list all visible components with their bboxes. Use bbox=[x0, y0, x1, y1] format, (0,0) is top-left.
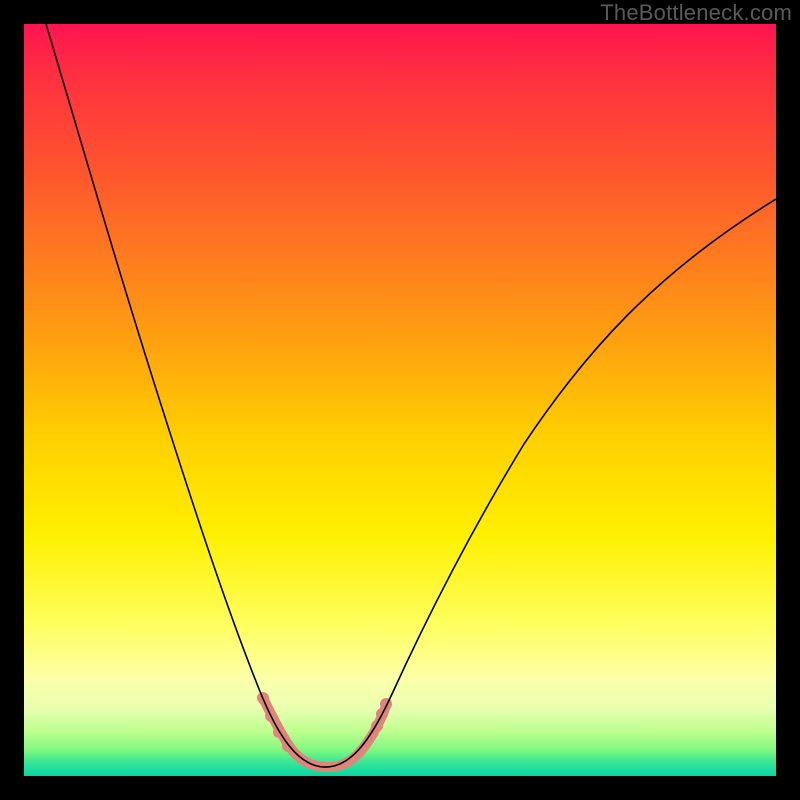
plot-area bbox=[24, 24, 776, 776]
bottleneck-curve bbox=[46, 24, 776, 767]
chart-frame: TheBottleneck.com bbox=[0, 0, 800, 800]
curve-layer bbox=[24, 24, 776, 776]
watermark-text: TheBottleneck.com bbox=[600, 0, 792, 26]
